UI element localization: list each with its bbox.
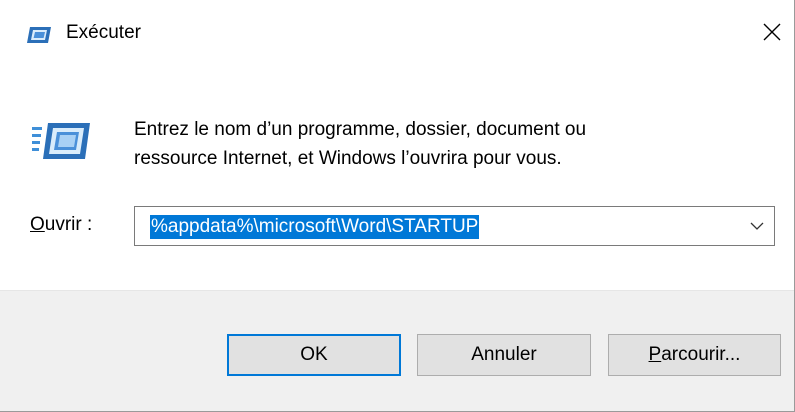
run-program-icon [29, 121, 92, 161]
open-label-accelerator: O [30, 214, 45, 235]
description-line-1: Entrez le nom d’un programme, dossier, d… [134, 119, 587, 140]
open-label: Ouvrir : [30, 214, 92, 236]
dialog-content: Entrez le nom d’un programme, dossier, d… [0, 68, 794, 290]
description-text: Entrez le nom d’un programme, dossier, d… [134, 115, 754, 173]
open-input[interactable]: %appdata%\microsoft\Word\STARTUP [150, 215, 480, 239]
browse-label: arcourir... [661, 344, 741, 365]
window-title: Exécuter [66, 22, 141, 43]
description-line-2: ressource Internet, et Windows l’ouvrira… [134, 148, 562, 169]
cancel-button[interactable]: Annuler [417, 334, 591, 376]
button-bar: OK Annuler Parcourir... [0, 290, 794, 411]
open-label-text: uvrir : [44, 214, 93, 235]
close-icon [763, 23, 781, 46]
chevron-down-icon[interactable] [748, 217, 766, 235]
title-bar[interactable]: Exécuter [0, 0, 794, 68]
open-combobox[interactable]: %appdata%\microsoft\Word\STARTUP [134, 206, 775, 246]
run-icon [26, 26, 52, 44]
browse-accelerator: P [648, 344, 662, 365]
close-button[interactable] [750, 14, 794, 54]
browse-button[interactable]: Parcourir... [608, 334, 781, 376]
ok-button[interactable]: OK [227, 334, 401, 376]
run-dialog: Exécuter Entrez le nom d’un programme, d… [0, 0, 795, 412]
